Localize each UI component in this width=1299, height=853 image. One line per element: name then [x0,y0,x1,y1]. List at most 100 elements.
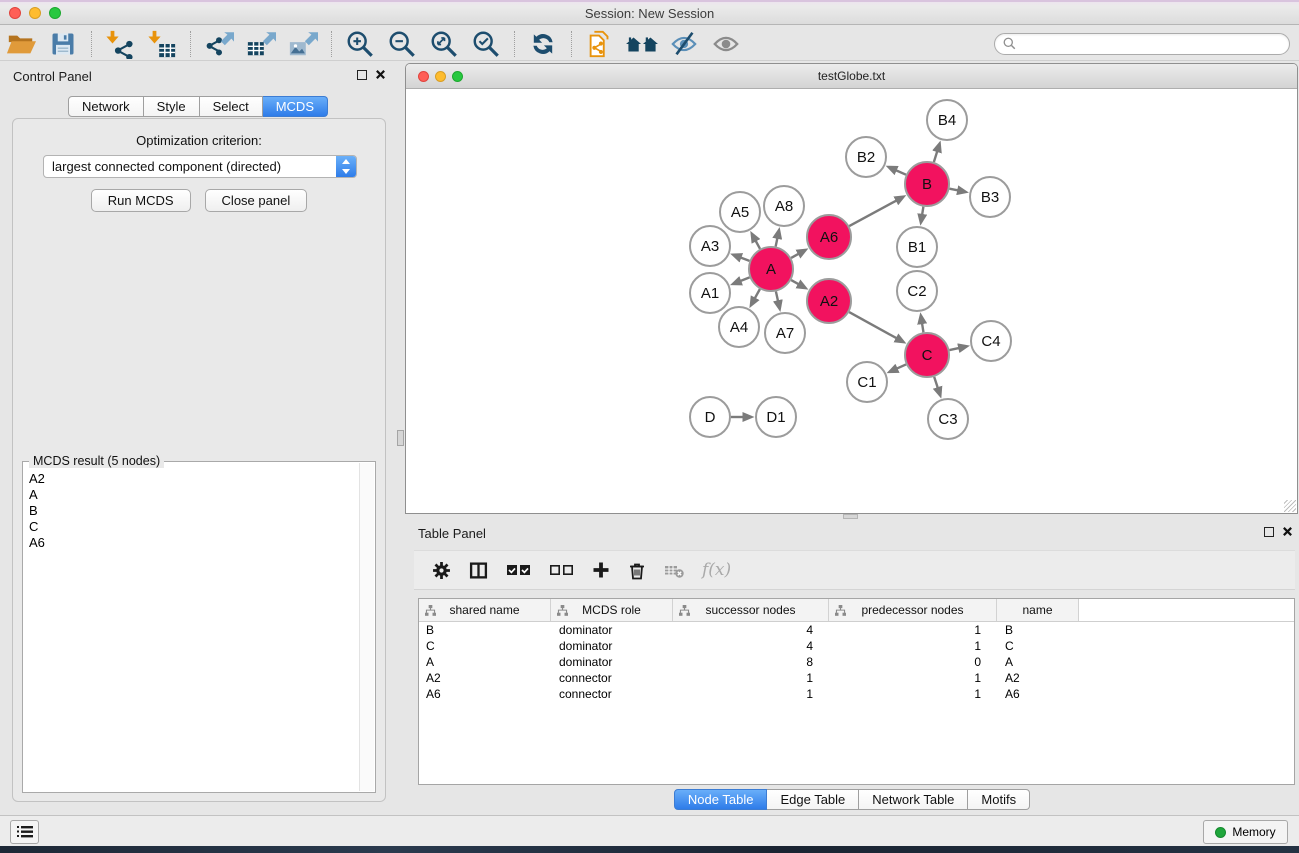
import-network-button[interactable] [103,29,137,59]
cell-predecessor-nodes[interactable]: 1 [829,623,997,637]
graph-node-A5[interactable]: A5 [720,192,760,232]
graph-edge-B-B1[interactable] [922,207,923,215]
table-row[interactable]: Adominator80A [419,654,1294,670]
cell-shared-name[interactable]: B [419,623,551,637]
show-column-panel-button[interactable] [469,558,488,582]
graph-edge-B-B4[interactable] [934,151,937,162]
cell-mcds-role[interactable]: dominator [551,623,673,637]
refresh-view-button[interactable] [526,29,560,59]
table-settings-button[interactable] [432,558,451,582]
tab-select[interactable]: Select [200,96,263,117]
select-all-columns-button[interactable] [506,558,531,582]
function-builder-button[interactable]: f(x) [702,558,731,582]
graph-node-A8[interactable]: A8 [764,186,804,226]
cell-name[interactable]: A2 [997,671,1079,685]
column-header-predecessor-nodes[interactable]: predecessor nodes [829,599,997,621]
table-row[interactable]: A6connector11A6 [419,686,1294,702]
graph-node-A3[interactable]: A3 [690,226,730,266]
cell-successor-nodes[interactable]: 1 [673,687,829,701]
window-resize-grip[interactable] [1284,500,1296,512]
cell-successor-nodes[interactable]: 1 [673,671,829,685]
graph-edge-A-A4[interactable] [755,289,760,298]
cell-mcds-role[interactable]: dominator [551,655,673,669]
float-panel-icon[interactable] [1264,527,1274,537]
mcds-result-item[interactable]: A2 [27,471,355,487]
column-header-shared-name[interactable]: shared name [419,599,551,621]
cell-successor-nodes[interactable]: 4 [673,639,829,653]
graph-node-A4[interactable]: A4 [719,307,759,347]
delete-row-button[interactable] [628,558,646,582]
graph-node-B3[interactable]: B3 [970,177,1010,217]
cell-shared-name[interactable]: C [419,639,551,653]
zoom-out-button[interactable] [385,29,419,59]
graph-node-A6[interactable]: A6 [807,215,851,259]
float-panel-icon[interactable] [357,70,367,80]
task-history-button[interactable] [10,820,39,844]
open-session-button[interactable] [4,29,38,59]
cell-shared-name[interactable]: A [419,655,551,669]
criterion-dropdown[interactable]: largest connected component (directed) [43,155,357,178]
save-session-button[interactable] [46,29,80,59]
graph-edge-A-A7[interactable] [776,291,778,300]
column-header-name[interactable]: name [997,599,1079,621]
export-image-button[interactable] [286,29,320,59]
graph-node-B4[interactable]: B4 [927,100,967,140]
memory-button[interactable]: Memory [1203,820,1288,844]
graph-edge-A2-C[interactable] [849,312,896,338]
zoom-fit-button[interactable] [427,29,461,59]
cell-shared-name[interactable]: A2 [419,671,551,685]
graph-edge-B-B3[interactable] [950,189,958,191]
cell-predecessor-nodes[interactable]: 1 [829,687,997,701]
graph-node-A2[interactable]: A2 [807,279,851,323]
mcds-result-item[interactable]: A [27,487,355,503]
cell-mcds-role[interactable]: dominator [551,639,673,653]
graph-edge-A-A5[interactable] [756,241,760,249]
graph-edge-A-A3[interactable] [741,258,750,261]
table-row[interactable]: Bdominator41B [419,622,1294,638]
cell-shared-name[interactable]: A6 [419,687,551,701]
graph-node-B1[interactable]: B1 [897,227,937,267]
graph-edge-A-A8[interactable] [776,238,778,246]
graph-node-B2[interactable]: B2 [846,137,886,177]
first-neighbors-button[interactable] [625,29,659,59]
export-network-button[interactable] [202,29,236,59]
graph-node-A7[interactable]: A7 [765,313,805,353]
horizontal-split-handle[interactable] [843,514,858,519]
vertical-split-handle[interactable] [397,430,404,446]
dropdown-stepper-icon[interactable] [336,156,356,177]
cell-mcds-role[interactable]: connector [551,671,673,685]
graph-edge-A6-B[interactable] [849,201,896,226]
graph-node-C[interactable]: C [905,333,949,377]
graph-node-A1[interactable]: A1 [690,273,730,313]
graph-edge-C-C3[interactable] [934,377,938,388]
tab-motifs[interactable]: Motifs [968,789,1030,810]
network-window-titlebar[interactable]: testGlobe.txt [406,64,1297,89]
cell-name[interactable]: B [997,623,1079,637]
tab-edge-table[interactable]: Edge Table [767,789,859,810]
show-all-button[interactable] [709,29,743,59]
hide-selected-button[interactable] [667,29,701,59]
cell-successor-nodes[interactable]: 4 [673,623,829,637]
cell-predecessor-nodes[interactable]: 1 [829,671,997,685]
cell-predecessor-nodes[interactable]: 0 [829,655,997,669]
column-header-successor-nodes[interactable]: successor nodes [673,599,829,621]
tab-style[interactable]: Style [144,96,200,117]
graph-edge-B-B2[interactable] [896,170,906,174]
table-row[interactable]: A2connector11A2 [419,670,1294,686]
cell-name[interactable]: A [997,655,1079,669]
export-table-button[interactable] [244,29,278,59]
graph-node-C2[interactable]: C2 [897,271,937,311]
table-row[interactable]: Cdominator41C [419,638,1294,654]
network-canvas[interactable]: B4B2BB3A5A8A6A3B1AA1C2A2A4A7C4CC1C3DD1 [406,89,1297,513]
new-network-from-selection-button[interactable] [583,29,617,59]
mcds-result-item[interactable]: B [27,503,355,519]
graph-node-C1[interactable]: C1 [847,362,887,402]
graph-node-C4[interactable]: C4 [971,321,1011,361]
column-header-mcds-role[interactable]: MCDS role [551,599,673,621]
add-row-button[interactable] [592,558,610,582]
tab-node-table[interactable]: Node Table [674,789,768,810]
import-table-button[interactable] [145,29,179,59]
mcds-result-item[interactable]: C [27,519,355,535]
tab-network-table[interactable]: Network Table [859,789,968,810]
close-panel-icon[interactable] [1282,526,1293,537]
